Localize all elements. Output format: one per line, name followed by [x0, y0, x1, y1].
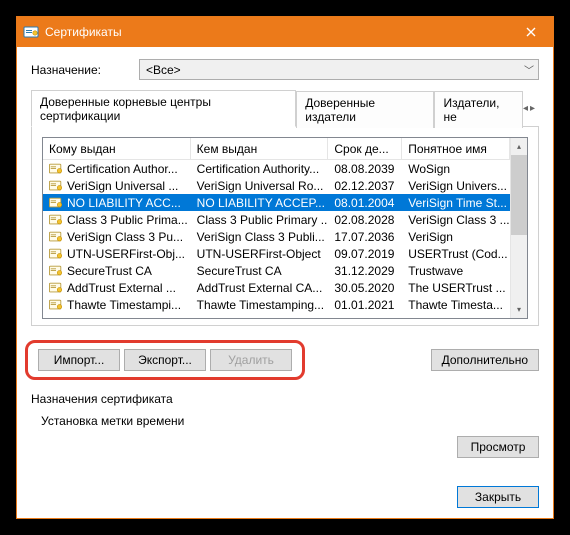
cell-friendly-name: VeriSign Time St... [402, 196, 510, 210]
certificate-icon [49, 231, 63, 243]
cell-expiration: 01.01.2021 [328, 298, 402, 312]
cell-issued-by: Thawte Timestamping... [191, 298, 329, 312]
cell-issued-to: SecureTrust CA [67, 264, 152, 278]
col-friendly-name[interactable]: Понятное имя [402, 138, 510, 159]
certificate-icon [49, 265, 63, 277]
col-issued-by[interactable]: Кем выдан [191, 138, 329, 159]
purpose-combobox[interactable]: <Все> ﹀ [139, 59, 539, 80]
view-button[interactable]: Просмотр [457, 436, 539, 458]
cell-issued-to: Certification Author... [67, 162, 178, 176]
cell-issued-to: NO LIABILITY ACC... [67, 196, 181, 210]
certificates-window: Сертификаты Назначение: <Все> ﹀ Доверенн… [16, 16, 554, 519]
purpose-label: Назначение: [31, 63, 111, 77]
table-row[interactable]: SecureTrust CASecureTrust CA31.12.2029Tr… [43, 262, 510, 279]
tabs: Доверенные корневые центры сертификации … [31, 90, 539, 127]
cell-issued-by: NO LIABILITY ACCEP... [191, 196, 329, 210]
advanced-button[interactable]: Дополнительно [431, 349, 539, 371]
cell-issued-to: VeriSign Universal ... [67, 179, 178, 193]
scroll-down-icon[interactable]: ▾ [511, 301, 527, 318]
cell-expiration: 08.01.2004 [328, 196, 402, 210]
cert-purpose-text: Установка метки времени [31, 414, 539, 428]
cell-issued-by: Class 3 Public Primary ... [191, 213, 329, 227]
close-button[interactable] [508, 17, 553, 47]
cell-expiration: 09.07.2019 [328, 247, 402, 261]
tab-trusted-root-cas[interactable]: Доверенные корневые центры сертификации [31, 90, 296, 127]
column-headers[interactable]: Кому выдан Кем выдан Срок де... Понятное… [43, 138, 510, 160]
cell-issued-by: VeriSign Universal Ro... [191, 179, 329, 193]
import-button[interactable]: Импорт... [38, 349, 120, 371]
table-row[interactable]: Certification Author... Certification Aut… [43, 160, 510, 177]
table-row[interactable]: VeriSign Universal ... VeriSign Universal… [43, 177, 510, 194]
certificate-window-icon [23, 24, 39, 40]
certificate-icon [49, 299, 63, 311]
cert-purposes-label: Назначения сертификата [31, 392, 539, 406]
highlight-annotation: Импорт... Экспорт... Удалить [25, 340, 305, 380]
certificate-icon [49, 180, 63, 192]
scrollbar-thumb[interactable] [511, 155, 527, 235]
cell-expiration: 31.12.2029 [328, 264, 402, 278]
table-row[interactable]: AddTrust External ... AddTrust External C… [43, 279, 510, 296]
cell-issued-to: AddTrust External ... [67, 281, 176, 295]
cell-expiration: 02.08.2028 [328, 213, 402, 227]
cell-friendly-name: VeriSign [402, 230, 510, 244]
cell-expiration: 17.07.2036 [328, 230, 402, 244]
certificate-icon [49, 248, 63, 260]
table-row[interactable]: VeriSign Class 3 Pu... VeriSign Class 3 P… [43, 228, 510, 245]
cell-friendly-name: Trustwave [402, 264, 510, 278]
scroll-up-icon[interactable]: ▴ [511, 138, 527, 155]
certificate-icon [49, 197, 63, 209]
window-title: Сертификаты [45, 25, 122, 39]
cell-friendly-name: VeriSign Univers... [402, 179, 510, 193]
export-button[interactable]: Экспорт... [124, 349, 206, 371]
cell-friendly-name: WoSign [402, 162, 510, 176]
close-dialog-button[interactable]: Закрыть [457, 486, 539, 508]
certificate-icon [49, 163, 63, 175]
table-row[interactable]: Thawte Timestampi... Thawte Timestamping.… [43, 296, 510, 313]
cell-issued-by: AddTrust External CA... [191, 281, 329, 295]
cell-issued-to: Thawte Timestampi... [67, 298, 181, 312]
chevron-down-icon: ﹀ [524, 62, 534, 77]
titlebar: Сертификаты [17, 17, 553, 47]
tab-trusted-publishers[interactable]: Доверенные издатели [296, 91, 434, 128]
certificate-icon [49, 214, 63, 226]
triangle-right-icon: ▸ [530, 103, 535, 114]
col-issued-to[interactable]: Кому выдан [43, 138, 191, 159]
certificate-icon [49, 282, 63, 294]
col-expiration[interactable]: Срок де... [328, 138, 402, 159]
scrollbar-vertical[interactable]: ▴ ▾ [510, 138, 527, 318]
tab-untrusted-publishers[interactable]: Издатели, не [434, 91, 522, 128]
cell-expiration: 30.05.2020 [328, 281, 402, 295]
table-row[interactable]: NO LIABILITY ACC... NO LIABILITY ACCEP...… [43, 194, 510, 211]
cell-friendly-name: The USERTrust ... [402, 281, 510, 295]
table-row[interactable]: Class 3 Public Prima...Class 3 Public Pr… [43, 211, 510, 228]
cell-issued-by: VeriSign Class 3 Publi... [191, 230, 329, 244]
cell-issued-to: VeriSign Class 3 Pu... [67, 230, 183, 244]
cell-issued-by: Certification Authority... [191, 162, 329, 176]
cell-expiration: 02.12.2037 [328, 179, 402, 193]
table-row[interactable]: UTN-USERFirst-Obj... UTN-USERFirst-Object… [43, 245, 510, 262]
cell-friendly-name: VeriSign Class 3 ... [402, 213, 510, 227]
tab-scroll-arrows[interactable]: ◂ ▸ [523, 90, 539, 126]
cell-friendly-name: USERTrust (Cod... [402, 247, 510, 261]
cell-friendly-name: Thawte Timesta... [402, 298, 510, 312]
purpose-value: <Все> [146, 63, 181, 77]
cell-issued-to: Class 3 Public Prima... [67, 213, 188, 227]
certificates-list[interactable]: Кому выдан Кем выдан Срок де... Понятное… [42, 137, 528, 319]
cell-issued-by: UTN-USERFirst-Object [191, 247, 329, 261]
delete-button[interactable]: Удалить [210, 349, 292, 371]
cell-issued-by: SecureTrust CA [191, 264, 329, 278]
cell-issued-to: UTN-USERFirst-Obj... [67, 247, 185, 261]
triangle-left-icon: ◂ [523, 103, 528, 114]
cell-expiration: 08.08.2039 [328, 162, 402, 176]
close-icon [526, 27, 536, 37]
